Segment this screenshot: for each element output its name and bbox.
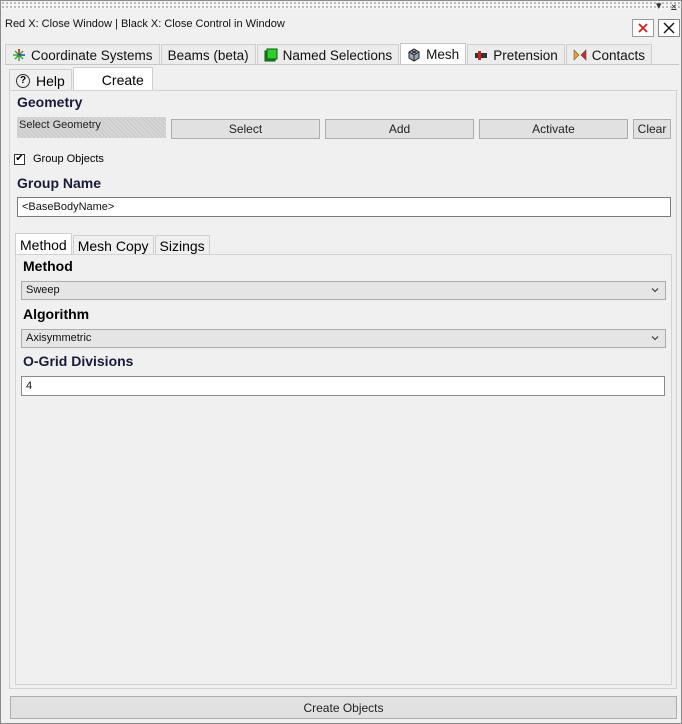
ogrid-divisions-title: O-Grid Divisions xyxy=(23,353,134,369)
group-objects-label: Group Objects xyxy=(33,153,104,165)
close-black-icon xyxy=(663,22,675,34)
help-icon: ? xyxy=(16,73,30,88)
tab-coordinate-systems[interactable]: Coordinate Systems xyxy=(5,44,160,65)
close-control-button[interactable] xyxy=(658,19,680,37)
tab-divider xyxy=(5,64,679,65)
tab-beams[interactable]: Beams (beta) xyxy=(160,44,256,65)
tab-label: Help xyxy=(36,72,65,89)
dropdown-arrow-icon[interactable]: ▾ xyxy=(656,0,662,12)
method-value: Sweep xyxy=(26,284,60,296)
pin-icon[interactable]: ⨱ xyxy=(671,0,677,12)
close-window-button[interactable] xyxy=(632,19,654,37)
tab-label: Create xyxy=(101,71,144,88)
create-objects-button[interactable]: Create Objects xyxy=(10,696,677,719)
contacts-icon xyxy=(573,49,587,61)
method-tab-bar: Method Mesh Copy Sizings xyxy=(15,233,211,255)
ogrid-divisions-input[interactable]: 4 xyxy=(21,376,665,396)
tab-label: Coordinate Systems xyxy=(31,47,153,63)
group-objects-checkbox-row[interactable]: ✔ Group Objects xyxy=(14,153,104,165)
tab-named-selections[interactable]: Named Selections xyxy=(256,44,400,65)
check-icon: ✔ xyxy=(15,153,24,164)
chevron-down-icon xyxy=(651,288,659,293)
coordinate-icon xyxy=(13,49,25,61)
tab-help[interactable]: ? Help xyxy=(9,69,72,91)
geometry-title: Geometry xyxy=(17,94,83,110)
close-red-icon xyxy=(638,23,648,33)
algorithm-value: Axisymmetric xyxy=(26,332,92,344)
group-name-input[interactable]: <BaseBodyName> xyxy=(17,197,671,217)
named-selection-icon xyxy=(264,48,278,62)
group-objects-checkbox[interactable]: ✔ xyxy=(14,153,25,165)
algorithm-title: Algorithm xyxy=(23,306,90,322)
chevron-down-icon xyxy=(651,336,659,341)
tab-label: Mesh xyxy=(426,47,460,62)
sub-tab-bar: ? Help Create xyxy=(9,67,154,91)
clear-button[interactable]: Clear xyxy=(633,119,671,139)
tab-create[interactable]: Create xyxy=(72,67,153,91)
add-button[interactable]: Add xyxy=(325,119,474,139)
tab-label: Named Selections xyxy=(282,47,393,63)
tab-label: Pretension xyxy=(493,47,558,63)
group-name-title: Group Name xyxy=(17,175,102,191)
algorithm-select[interactable]: Axisymmetric xyxy=(21,329,666,348)
tab-mesh-copy[interactable]: Mesh Copy xyxy=(72,235,154,255)
title-grip[interactable] xyxy=(1,1,681,10)
tab-label: Beams (beta) xyxy=(167,47,249,63)
select-geometry-field[interactable]: Select Geometry xyxy=(17,117,166,138)
tab-label: Contacts xyxy=(591,47,646,63)
pretension-icon xyxy=(475,51,488,60)
tab-sizings[interactable]: Sizings xyxy=(154,235,210,255)
method-title: Method xyxy=(23,258,73,274)
activate-button[interactable]: Activate xyxy=(479,119,628,139)
mesh-icon xyxy=(408,47,420,62)
tab-method[interactable]: Method xyxy=(15,233,72,255)
top-tab-bar: Coordinate Systems Beams (beta) Named Se… xyxy=(5,43,653,65)
window-pin-controls[interactable]: ▾ ⨱ xyxy=(650,0,677,13)
tab-mesh[interactable]: Mesh xyxy=(400,43,467,65)
tab-contacts[interactable]: Contacts xyxy=(565,44,653,65)
mesh-control-window: ▾ ⨱ Red X: Close Window | Black X: Close… xyxy=(0,0,682,724)
method-panel xyxy=(15,254,672,685)
tab-pretension[interactable]: Pretension xyxy=(467,44,565,65)
close-hint-text: Red X: Close Window | Black X: Close Con… xyxy=(5,18,285,30)
method-select[interactable]: Sweep xyxy=(21,281,666,300)
select-button[interactable]: Select xyxy=(171,119,320,139)
